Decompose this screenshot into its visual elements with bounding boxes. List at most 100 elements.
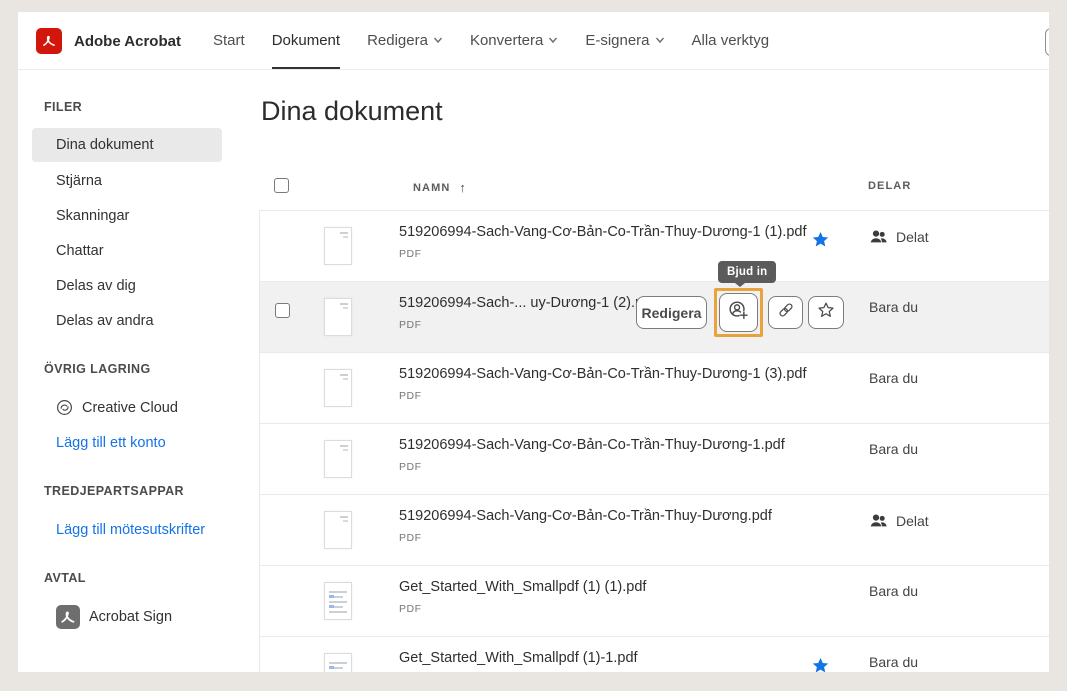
sidebar-section: ÖVRIG LAGRING Creative Cloud Lägg till ett… [18,362,259,460]
share-status: Bara du [869,441,918,457]
sidebar-item-label: Lägg till ett konto [56,435,166,451]
table-row[interactable]: 519206994-Sach-Vang-Cơ-Bản-Co-Trần-Thuy-… [259,424,1049,495]
nav-item-e-signera[interactable]: E-signera [585,12,664,69]
sidebar-item-chattar[interactable]: Chattar [18,233,259,268]
file-thumbnail [324,227,352,265]
file-name[interactable]: 519206994-Sach-Vang-Cơ-Bản-Co-Trần-Thuy-… [399,365,807,384]
star-toggle-button[interactable] [808,296,844,329]
select-all-checkbox[interactable] [274,178,289,193]
sidebar-item-label: Delas av dig [56,278,136,294]
sidebar-section-header: AVTAL [44,571,259,585]
nav-item-konvertera[interactable]: Konvertera [470,12,558,69]
table-row[interactable]: 519206994-Sach-Vang-Cơ-Bản-Co-Trần-Thuy-… [259,211,1049,282]
file-type-label: PDF [399,603,646,615]
sidebar-item-lägg-till-ett-konto[interactable]: Lägg till ett konto [18,425,259,460]
sidebar-item-label: Dina dokument [56,137,154,153]
column-header-shares[interactable]: DELAR [868,180,911,192]
file-name[interactable]: Get_Started_With_Smallpdf (1) (1).pdf [399,578,646,597]
add-user-icon [727,299,750,327]
share-status: Bara du [869,370,918,386]
share-status-label: Delat [896,229,929,245]
share-status: Bara du [869,583,918,599]
sidebar-item-delas-av-dig[interactable]: Delas av dig [18,268,259,303]
table-row[interactable]: 519206994-Sach-... uy-Dương-1 (2).pdf PDF… [259,282,1049,353]
file-type-label: PDF [399,248,807,260]
sidebar-item-label: Acrobat Sign [89,609,172,625]
invite-people-button[interactable] [719,293,758,332]
column-header-name[interactable]: NAMN ↑ [413,180,466,195]
sidebar-item-dina-dokument[interactable]: Dina dokument [32,128,222,162]
top-navigation: Adobe Acrobat Start Dokument Redigera Konve… [18,12,1049,70]
share-link-button[interactable] [768,296,803,329]
table-row[interactable]: 519206994-Sach-Vang-Cơ-Bản-Co-Trần-Thuy-… [259,353,1049,424]
file-thumbnail [324,582,352,620]
sort-ascending-icon[interactable]: ↑ [459,180,466,195]
chevron-down-icon [655,32,665,49]
file-info: Get_Started_With_Smallpdf (1) (1).pdf PDF [399,578,646,615]
people-icon [869,228,888,245]
share-status: Delat [869,512,929,529]
file-type-label: PDF [399,319,655,331]
sidebar-section: TREDJEPARTSAPPARLägg till mötesutskrifte… [18,484,259,547]
sidebar-item-acrobat-sign[interactable]: Acrobat Sign [18,599,259,634]
chevron-down-icon [548,32,558,49]
main-content: Dina dokument NAMN ↑ DELAR 519206994-Sac… [259,70,1049,672]
share-status-label: Bara du [869,583,918,599]
nav-item-label: Dokument [272,32,340,49]
adobe-acrobat-logo-icon[interactable] [36,28,62,54]
table-row[interactable]: 519206994-Sach-Vang-Cơ-Bản-Co-Trần-Thuy-… [259,495,1049,566]
sidebar-item-label: Stjärna [56,173,102,189]
sidebar-item-creative-cloud[interactable]: Creative Cloud [18,390,259,425]
chevron-down-icon [433,32,443,49]
nav-item-start[interactable]: Start [213,12,245,69]
page-body: FILERDina dokumentStjärnaSkanningarChatt… [18,70,1049,672]
sidebar-section-header: ÖVRIG LAGRING [44,362,259,376]
sidebar-item-delas-av-andra[interactable]: Delas av andra [18,303,259,338]
nav-item-label: Konvertera [470,32,543,49]
search-input[interactable] [1045,28,1049,56]
table-header: NAMN ↑ DELAR [259,70,1049,210]
nav-item-label: Alla verktyg [692,32,770,49]
people-icon [869,512,888,529]
file-info: 519206994-Sach-Vang-Cơ-Bản-Co-Trần-Thuy-… [399,365,807,402]
star-filled-icon [810,229,831,250]
share-status-label: Bara du [869,299,918,315]
share-status-label: Bara du [869,370,918,386]
edit-button[interactable]: Redigera [636,296,707,329]
creative-cloud-icon [56,399,73,416]
file-info: 519206994-Sach-Vang-Cơ-Bản-Co-Trần-Thuy-… [399,436,785,473]
sidebar-item-label: Lägg till mötesutskrifter [56,522,205,538]
sidebar-section: FILERDina dokumentStjärnaSkanningarChatt… [18,100,259,338]
sidebar-section: AVTAL Acrobat Sign [18,571,259,634]
file-name[interactable]: 519206994-Sach-Vang-Cơ-Bản-Co-Trần-Thuy-… [399,436,785,455]
nav-menu: Start Dokument Redigera Konvertera E-signera… [213,12,769,69]
file-name[interactable]: 519206994-Sach-Vang-Cơ-Bản-Co-Trần-Thuy-… [399,223,807,242]
nav-item-redigera[interactable]: Redigera [367,12,443,69]
share-status-label: Bara du [869,654,918,670]
nav-item-dokument[interactable]: Dokument [272,12,340,69]
sidebar-item-label: Chattar [56,243,104,259]
file-thumbnail [324,369,352,407]
nav-item-alla-verktyg[interactable]: Alla verktyg [692,12,770,69]
file-thumbnail [324,440,352,478]
star-outline-icon [816,300,836,325]
file-name[interactable]: 519206994-Sach-Vang-Cơ-Bản-Co-Trần-Thuy-… [399,507,772,526]
row-checkbox[interactable] [275,303,290,318]
file-type-label: PDF [399,390,807,402]
sidebar-item-lägg-till-mötesutskrifter[interactable]: Lägg till mötesutskrifter [18,512,259,547]
sidebar-item-stjärna[interactable]: Stjärna [18,163,259,198]
brand-title: Adobe Acrobat [74,12,181,70]
sidebar-item-label: Skanningar [56,208,129,224]
file-name[interactable]: 519206994-Sach-... uy-Dương-1 (2).pdf [399,294,655,313]
link-icon [776,300,796,325]
file-type-label: PDF [399,461,785,473]
sidebar: FILERDina dokumentStjärnaSkanningarChatt… [18,70,259,672]
nav-item-label: Start [213,32,245,49]
nav-item-label: E-signera [585,32,649,49]
file-name[interactable]: Get_Started_With_Smallpdf (1)-1.pdf [399,649,638,668]
screen: Adobe Acrobat Start Dokument Redigera Konve… [0,0,1067,691]
table-row[interactable]: Get_Started_With_Smallpdf (1) (1).pdf PDF… [259,566,1049,637]
sidebar-item-skanningar[interactable]: Skanningar [18,198,259,233]
sidebar-item-label: Delas av andra [56,313,154,329]
table-row[interactable]: Get_Started_With_Smallpdf (1)-1.pdfPDFBa… [259,637,1049,672]
